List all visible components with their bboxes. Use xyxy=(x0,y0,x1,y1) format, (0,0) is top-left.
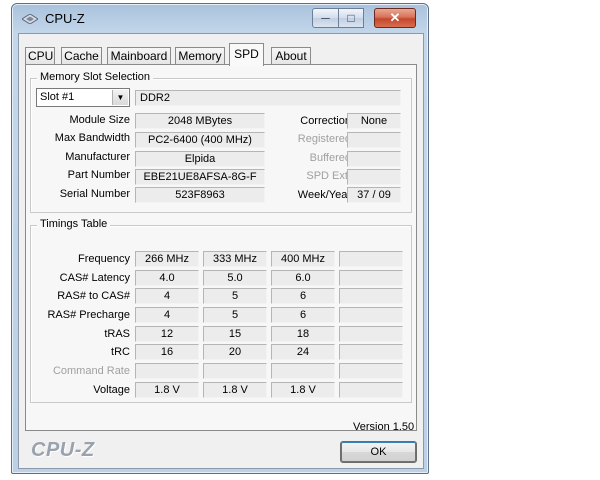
timing-cell: 6 xyxy=(271,288,335,304)
max-bandwidth-label: Max Bandwidth xyxy=(54,132,130,144)
max-bandwidth-value: PC2-6400 (400 MHz) xyxy=(135,132,265,148)
minimize-button[interactable]: ─ xyxy=(312,8,339,28)
ras-to-cas-label: RAS# to CAS# xyxy=(57,290,130,302)
trc-label: tRC xyxy=(111,346,130,358)
maximize-button[interactable]: □ xyxy=(338,8,364,28)
timing-cell: 6 xyxy=(271,307,335,323)
serial-number-value: 523F8963 xyxy=(135,187,265,203)
frequency-label: Frequency xyxy=(78,253,130,265)
timings-group: Timings Table Frequency 266 MHz 333 MHz … xyxy=(30,218,412,403)
spd-panel: Memory Slot Selection Slot #1 ▼ DDR2 Mod… xyxy=(25,64,417,431)
close-button[interactable]: ✕ xyxy=(374,8,416,28)
timing-cell: 6.0 xyxy=(271,270,335,286)
tab-cache[interactable]: Cache xyxy=(61,47,102,65)
tab-mainboard[interactable]: Mainboard xyxy=(107,47,171,65)
slot-select[interactable]: Slot #1 ▼ xyxy=(36,88,130,107)
timing-cell: 24 xyxy=(271,344,335,360)
memory-type-field: DDR2 xyxy=(135,90,401,106)
correction-label: Correction xyxy=(300,115,351,127)
voltage-label: Voltage xyxy=(93,384,130,396)
title-bar[interactable]: CPU-Z ─ □ ✕ xyxy=(12,4,428,34)
timing-cell: 15 xyxy=(203,326,267,342)
module-size-label: Module Size xyxy=(69,114,130,126)
buffered-value xyxy=(347,151,401,167)
timing-cell: 333 MHz xyxy=(203,251,267,267)
timing-cell: 12 xyxy=(135,326,199,342)
client-area: CPU Cache Mainboard Memory SPD About Mem… xyxy=(18,33,424,469)
week-year-value: 37 / 09 xyxy=(347,187,401,203)
manufacturer-value: Elpida xyxy=(135,151,265,167)
tab-memory[interactable]: Memory xyxy=(175,47,225,65)
cpu-z-logo: CPU-Z xyxy=(31,439,95,461)
ok-button[interactable]: OK xyxy=(340,441,417,463)
serial-number-label: Serial Number xyxy=(59,188,130,200)
spd-ext-label: SPD Ext. xyxy=(306,170,351,182)
timing-cell xyxy=(339,251,403,267)
timing-cell xyxy=(339,307,403,323)
timing-cell: 16 xyxy=(135,344,199,360)
timing-cell xyxy=(339,270,403,286)
timing-cell: 20 xyxy=(203,344,267,360)
tab-spd[interactable]: SPD xyxy=(229,43,264,66)
timing-cell: 5.0 xyxy=(203,270,267,286)
correction-value: None xyxy=(347,113,401,129)
timing-cell xyxy=(339,288,403,304)
slot-select-value: Slot #1 xyxy=(40,91,75,103)
command-rate-label: Command Rate xyxy=(52,365,130,377)
tras-label: tRAS xyxy=(104,328,130,340)
module-size-value: 2048 MBytes xyxy=(135,113,265,129)
timing-cell: 1.8 V xyxy=(271,382,335,398)
timing-cell: 1.8 V xyxy=(203,382,267,398)
part-number-label: Part Number xyxy=(67,169,130,181)
cpu-z-window: CPU-Z ─ □ ✕ CPU Cache Mainboard Memory S… xyxy=(11,3,429,474)
buffered-label: Buffered xyxy=(309,152,351,164)
timing-cell xyxy=(271,363,335,379)
registered-label: Registered xyxy=(297,133,351,145)
memory-slot-group-title: Memory Slot Selection xyxy=(37,71,154,83)
timing-cell xyxy=(135,363,199,379)
cpu-z-logo-icon xyxy=(22,14,38,24)
timings-group-title: Timings Table xyxy=(37,218,111,230)
close-icon: ✕ xyxy=(389,10,401,25)
timing-cell: 5 xyxy=(203,288,267,304)
cas-latency-label: CAS# Latency xyxy=(59,272,130,284)
timing-cell: 400 MHz xyxy=(271,251,335,267)
tab-cpu[interactable]: CPU xyxy=(25,47,55,65)
week-year-label: Week/Year xyxy=(297,189,351,201)
registered-value xyxy=(347,132,401,148)
timing-cell: 1.8 V xyxy=(135,382,199,398)
timing-cell: 4.0 xyxy=(135,270,199,286)
timing-cell xyxy=(339,344,403,360)
version-label: Version 1.50 xyxy=(353,421,415,433)
maximize-icon: □ xyxy=(347,11,355,25)
timing-cell: 18 xyxy=(271,326,335,342)
timing-cell: 4 xyxy=(135,288,199,304)
timing-cell: 266 MHz xyxy=(135,251,199,267)
chevron-down-icon[interactable]: ▼ xyxy=(112,90,128,105)
timing-cell: 4 xyxy=(135,307,199,323)
timing-cell: 5 xyxy=(203,307,267,323)
timing-cell xyxy=(203,363,267,379)
ras-precharge-label: RAS# Precharge xyxy=(47,309,130,321)
timing-cell xyxy=(339,382,403,398)
spd-ext-value xyxy=(347,169,401,185)
window-title: CPU-Z xyxy=(45,11,85,26)
part-number-value: EBE21UE8AFSA-8G-F xyxy=(135,169,265,185)
timing-cell xyxy=(339,363,403,379)
minimize-icon: ─ xyxy=(321,11,330,25)
tab-about[interactable]: About xyxy=(271,47,311,65)
memory-slot-group: Memory Slot Selection Slot #1 ▼ DDR2 Mod… xyxy=(30,71,412,213)
manufacturer-label: Manufacturer xyxy=(65,151,130,163)
timing-cell xyxy=(339,326,403,342)
